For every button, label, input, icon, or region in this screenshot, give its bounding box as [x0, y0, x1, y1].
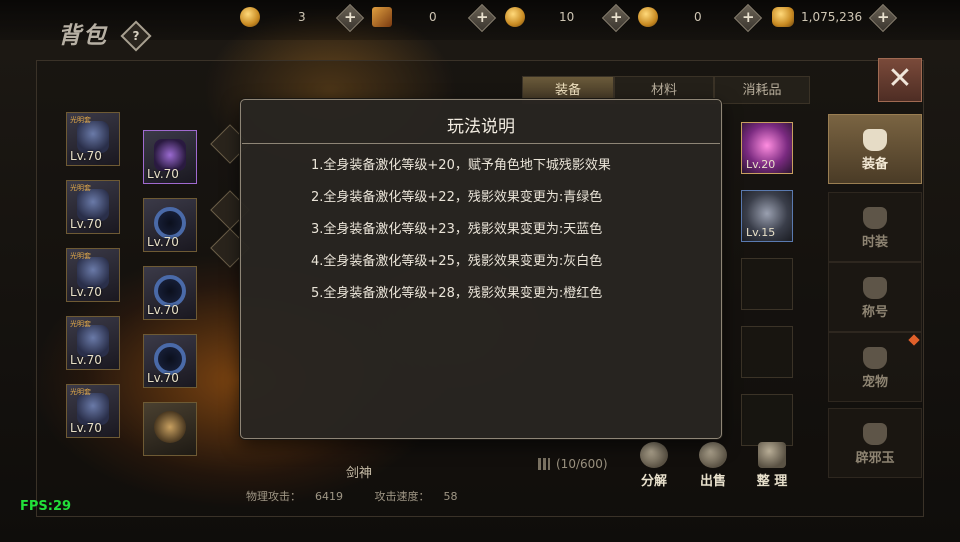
tab-consumables[interactable]: 消耗品: [714, 76, 810, 104]
add-currency-button[interactable]: +: [868, 3, 898, 33]
equipment-slot-shoulder[interactable]: 光明套 Lv.70: [66, 248, 120, 302]
inventory-item[interactable]: Lv.20: [741, 122, 793, 174]
add-currency-button[interactable]: +: [733, 3, 763, 33]
gold-pile-icon: [772, 7, 794, 27]
currency-1: 3 +: [240, 3, 380, 33]
equipment-slot-helmet[interactable]: 光明套 Lv.70: [66, 112, 120, 166]
equipment-slot-necklace[interactable]: Lv.70: [143, 266, 197, 320]
rule-item: 2.全身装备激化等级+22，残影效果变更为:青绿色: [311, 190, 603, 205]
currency-5: 1,075,236 +: [772, 3, 898, 33]
add-currency-button[interactable]: +: [601, 3, 631, 33]
grid-icon: [538, 458, 550, 470]
currency-2: 0 +: [372, 3, 512, 33]
currency-4: 0 +: [638, 3, 778, 33]
divider: [242, 143, 720, 144]
close-icon: ✕: [887, 61, 913, 96]
currency-3: 10 +: [505, 3, 645, 33]
currency-amount: 0: [694, 10, 702, 24]
character-stats: 物理攻击： 6419 攻击速度： 58: [246, 488, 486, 504]
add-currency-button[interactable]: +: [335, 3, 365, 33]
rule-item: 5.全身装备激化等级+28，残影效果变更为:橙红色: [311, 286, 603, 301]
inventory-empty-slot[interactable]: [741, 326, 793, 378]
gold-coin-icon: [240, 7, 260, 27]
sell-button[interactable]: 出售: [689, 440, 737, 490]
currency-amount: 1,075,236: [801, 10, 863, 24]
fashion-icon: [863, 207, 887, 229]
rule-item: 3.全身装备激化等级+23，残影效果变更为:天蓝色: [311, 222, 603, 237]
rules-list: 1.全身装备激化等级+20，赋予角色地下城残影效果 2.全身装备激化等级+22，…: [311, 158, 611, 318]
rule-item: 4.全身装备激化等级+25，残影效果变更为:灰白色: [311, 254, 603, 269]
currency-amount: 10: [559, 10, 575, 24]
currency-amount: 0: [429, 10, 437, 24]
title-book-icon: [863, 277, 887, 299]
top-bar: 背包 ? 3 + 0 + 10 + 0 + 1,075,236 +: [0, 0, 960, 52]
stat-physical-attack: 物理攻击： 6419: [246, 490, 343, 503]
page-title: 背包: [58, 23, 108, 49]
sidetab-jade[interactable]: 辟邪玉: [828, 408, 922, 478]
inventory-empty-slot[interactable]: [741, 394, 793, 446]
medal-coin-icon: [505, 7, 525, 27]
stat-attack-speed: 攻击速度： 58: [374, 490, 458, 503]
inventory-item[interactable]: Lv.15: [741, 190, 793, 242]
decompose-button[interactable]: 分解: [630, 440, 678, 490]
character-name: 剑神: [346, 466, 373, 481]
close-button[interactable]: ✕: [878, 58, 922, 102]
gameplay-info-dialog: 玩法说明 1.全身装备激化等级+20，赋予角色地下城残影效果 2.全身装备激化等…: [240, 99, 722, 439]
fps-counter: FPS:29: [20, 499, 72, 514]
title-emblem-icon: [154, 411, 186, 443]
paw-icon: [863, 347, 887, 369]
add-currency-button[interactable]: +: [467, 3, 497, 33]
sidetab-pet[interactable]: 宠物: [828, 332, 922, 402]
equipment-slot-legs[interactable]: 光明套 Lv.70: [66, 316, 120, 370]
decompose-icon: [640, 442, 668, 468]
equipment-slot-bracelet[interactable]: Lv.70: [143, 198, 197, 252]
currency-amount: 3: [298, 10, 306, 24]
equipment-icon: [863, 129, 887, 151]
sort-button[interactable]: 整 理: [748, 440, 796, 490]
equipment-slot-title[interactable]: [143, 402, 197, 456]
sidetab-equipment[interactable]: 装备: [828, 114, 922, 184]
equipment-slot-chest[interactable]: 光明套 Lv.70: [66, 180, 120, 234]
gold-coin-icon: [638, 7, 658, 27]
sort-icon: [758, 442, 786, 468]
bag-capacity: (10/600): [538, 457, 608, 471]
inventory-empty-slot[interactable]: [741, 258, 793, 310]
sell-icon: [699, 442, 727, 468]
sidetab-fashion[interactable]: 时装: [828, 192, 922, 262]
equipment-slot-boots[interactable]: 光明套 Lv.70: [66, 384, 120, 438]
equipment-slot-weapon[interactable]: Lv.70: [143, 130, 197, 184]
rule-item: 1.全身装备激化等级+20，赋予角色地下城残影效果: [311, 158, 611, 173]
dialog-title: 玩法说明: [447, 117, 515, 137]
sidetab-title[interactable]: 称号: [828, 262, 922, 332]
scroll-token-icon: [372, 7, 392, 27]
jade-icon: [863, 423, 887, 445]
equipment-slot-ring[interactable]: Lv.70: [143, 334, 197, 388]
